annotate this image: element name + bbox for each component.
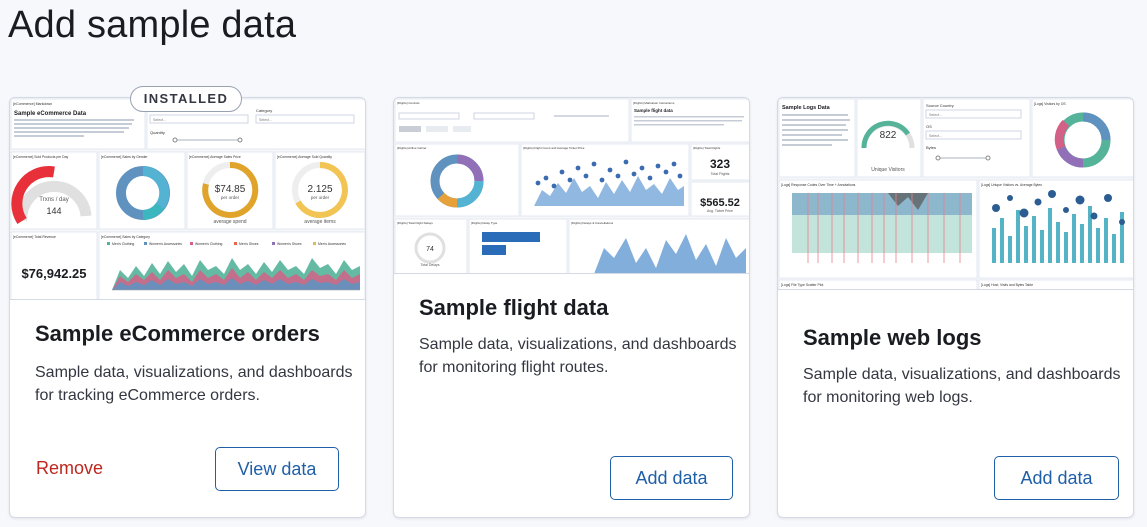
svg-text:74: 74 [426, 246, 434, 253]
svg-text:Category: Category [256, 108, 272, 113]
svg-text:Trxns / day: Trxns / day [39, 197, 68, 203]
svg-text:Women's Clothing: Women's Clothing [195, 242, 222, 246]
svg-text:Total Delays: Total Delays [420, 263, 439, 267]
svg-text:[Flights] Flight Count and Ave: [Flights] Flight Count and Average Ticke… [523, 146, 585, 150]
svg-text:822: 822 [880, 130, 897, 141]
add-weblogs-data-button[interactable]: Add data [994, 456, 1119, 500]
svg-text:average spend: average spend [213, 219, 246, 225]
svg-text:[Flights] Delays & Cancellatio: [Flights] Delays & Cancellations [571, 221, 614, 225]
svg-text:Bytes: Bytes [926, 145, 936, 150]
flight-card-description: Sample data, visualizations, and dashboa… [419, 336, 737, 376]
weblogs-card-description: Sample data, visualizations, and dashboa… [803, 366, 1121, 406]
svg-text:[eCommerce] Total Revenue: [eCommerce] Total Revenue [13, 235, 56, 239]
ecommerce-card-description: Sample data, visualizations, and dashboa… [35, 364, 353, 404]
svg-text:Men's Accessories: Men's Accessories [318, 242, 346, 246]
svg-text:[eCommerce] Sold Products per: [eCommerce] Sold Products per Day [13, 155, 69, 159]
flight-preview-image: [Flights] Controls [Flights] Markdown In… [394, 98, 749, 274]
svg-text:Select...: Select... [929, 113, 942, 117]
svg-text:Men's Shoes: Men's Shoes [239, 242, 259, 246]
svg-text:[eCommerce] Average Sold Quant: [eCommerce] Average Sold Quantity [277, 155, 332, 159]
svg-text:Unique Visitors: Unique Visitors [871, 167, 905, 173]
svg-text:2.125: 2.125 [307, 184, 332, 195]
add-flight-data-button[interactable]: Add data [610, 456, 733, 500]
svg-text:Sample flight data: Sample flight data [634, 108, 673, 113]
svg-text:[Flights] Airline Carrier: [Flights] Airline Carrier [397, 146, 427, 150]
svg-text:[Flights] Total Flight Delays: [Flights] Total Flight Delays [397, 221, 433, 225]
weblogs-preview-image: Sample Logs Data 822 Unique Visitors Sou… [778, 98, 1133, 290]
installed-badge: INSTALLED [130, 86, 242, 112]
svg-text:Avg. Ticket Price: Avg. Ticket Price [707, 209, 733, 213]
svg-text:144: 144 [46, 206, 61, 216]
svg-text:[eCommerce] Sales by Gender: [eCommerce] Sales by Gender [101, 155, 148, 159]
svg-text:$76,942.25: $76,942.25 [21, 266, 86, 281]
svg-text:[eCommerce] Markdown: [eCommerce] Markdown [13, 102, 52, 106]
flight-card: [Flights] Controls [Flights] Markdown In… [393, 97, 750, 518]
svg-text:Source Country: Source Country [926, 103, 954, 108]
svg-text:Men's Clothing: Men's Clothing [112, 242, 134, 246]
svg-text:[Logs] Unique Visitors vs. Ave: [Logs] Unique Visitors vs. Average Bytes [981, 183, 1042, 187]
view-data-button[interactable]: View data [215, 447, 339, 491]
svg-text:$74.85: $74.85 [215, 184, 246, 195]
svg-text:OS: OS [926, 124, 932, 129]
svg-text:[Logs] Host, Visits and Bytes: [Logs] Host, Visits and Bytes Table [981, 283, 1033, 287]
svg-text:Select...: Select... [259, 118, 272, 122]
page-title: Add sample data [8, 4, 297, 46]
svg-text:Sample eCommerce Data: Sample eCommerce Data [14, 111, 87, 117]
svg-text:[Flights] Markdown Instruction: [Flights] Markdown Instructions [633, 101, 675, 105]
svg-text:Select...: Select... [153, 118, 166, 122]
svg-text:per order: per order [221, 195, 240, 200]
svg-text:[Flights] Total Flights: [Flights] Total Flights [693, 146, 721, 150]
svg-text:[Logs] File Type Scatter Plot: [Logs] File Type Scatter Plot [781, 283, 823, 287]
ecommerce-card-title: Sample eCommerce orders [35, 321, 320, 346]
svg-text:Select...: Select... [929, 134, 942, 138]
flight-card-title: Sample flight data [419, 295, 609, 320]
svg-text:Women's Shoes: Women's Shoes [277, 242, 302, 246]
svg-text:[Logs] Response Codes Over Tim: [Logs] Response Codes Over Time + Annota… [781, 183, 856, 187]
weblogs-card: Sample Logs Data 822 Unique Visitors Sou… [777, 97, 1134, 518]
svg-text:[Flights] Delay Type: [Flights] Delay Type [471, 221, 498, 225]
svg-text:Women's Accessories: Women's Accessories [149, 242, 182, 246]
svg-text:Total Flights: Total Flights [711, 172, 730, 176]
weblogs-card-title: Sample web logs [803, 325, 982, 350]
ecommerce-preview-image: [eCommerce] Markdown Sample eCommerce Da… [10, 98, 365, 300]
svg-text:[eCommerce] Average Sales Pric: [eCommerce] Average Sales Price [189, 155, 241, 159]
svg-text:average items: average items [304, 219, 336, 225]
remove-link[interactable]: Remove [36, 458, 103, 479]
svg-text:[Logs] Visitors by OS: [Logs] Visitors by OS [1034, 102, 1066, 106]
ecommerce-card: [eCommerce] Markdown Sample eCommerce Da… [9, 86, 366, 518]
svg-text:$565.52: $565.52 [700, 197, 740, 209]
svg-text:per order: per order [311, 195, 330, 200]
svg-text:[eCommerce] Sales by Category: [eCommerce] Sales by Category [101, 235, 150, 239]
svg-text:[Flights] Controls: [Flights] Controls [397, 101, 420, 105]
svg-text:323: 323 [710, 157, 730, 171]
svg-text:Quantity: Quantity [150, 130, 165, 135]
svg-text:Sample Logs Data: Sample Logs Data [782, 105, 831, 111]
